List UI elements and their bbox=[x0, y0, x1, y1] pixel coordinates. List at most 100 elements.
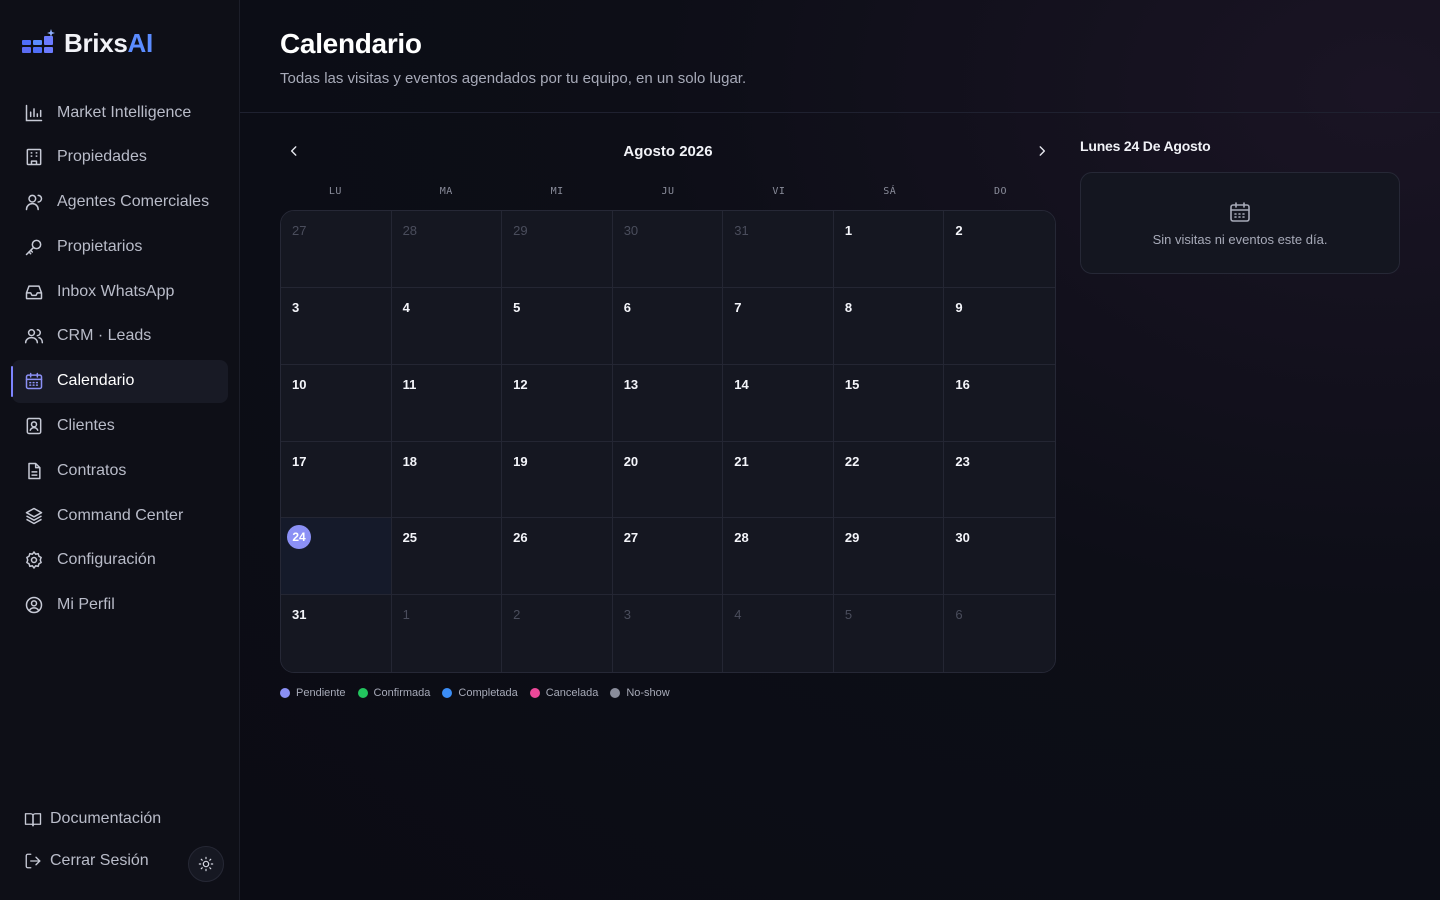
calendar-day[interactable]: 16 bbox=[944, 364, 1055, 442]
inbox-icon bbox=[25, 285, 43, 300]
header-divider bbox=[240, 112, 1440, 113]
calendar-day[interactable]: 7 bbox=[723, 287, 834, 365]
page-header: Calendario Todas las visitas y eventos a… bbox=[280, 28, 746, 87]
sidebar-item-label: Inbox WhatsApp bbox=[57, 282, 175, 300]
calendar-day[interactable]: 31 bbox=[281, 595, 392, 672]
sidebar-item-market-intelligence[interactable]: Market Intelligence bbox=[12, 91, 228, 134]
calendar-day[interactable]: 4 bbox=[723, 595, 834, 672]
sidebar-item-label: Command Center bbox=[57, 506, 184, 524]
calendar-day[interactable]: 27 bbox=[281, 211, 392, 288]
sidebar-item-label: Market Intelligence bbox=[57, 103, 192, 121]
sidebar-item-propietarios[interactable]: Propietarios bbox=[12, 225, 228, 268]
day-number: 31 bbox=[292, 607, 307, 623]
sidebar-item-propiedades[interactable]: Propiedades bbox=[12, 136, 228, 179]
calendar-day[interactable]: 1 bbox=[833, 211, 945, 288]
calendar-grid: 27 28 29 30 31 1 2 3 4 5 6 7 8 9 10 11 12 13 14 15 16 17 18 19 2… bbox=[280, 210, 1056, 673]
calendar-day[interactable]: 1 bbox=[391, 595, 503, 672]
day-number: 11 bbox=[402, 376, 417, 392]
day-number: 31 bbox=[734, 223, 749, 238]
day-number: 5 bbox=[513, 299, 521, 315]
calendar-day[interactable]: 2 bbox=[502, 595, 613, 672]
calendar-day[interactable]: 4 bbox=[391, 287, 503, 365]
status-dot-icon bbox=[529, 688, 540, 698]
day-number: 2 bbox=[955, 223, 963, 238]
calendar-day[interactable]: 9 bbox=[944, 287, 1055, 365]
weekday-label: VI bbox=[772, 186, 786, 197]
calendar-day[interactable]: 6 bbox=[612, 287, 724, 365]
day-number: 29 bbox=[844, 530, 860, 546]
sidebar-item-mi-perfil[interactable]: Mi Perfil bbox=[12, 584, 228, 627]
calendar-day[interactable]: 30 bbox=[612, 211, 724, 288]
sidebar-item-crm-leads[interactable]: CRM · Leads bbox=[12, 315, 228, 358]
calendar-day[interactable]: 28 bbox=[391, 211, 503, 288]
sidebar-item-label: Calendario bbox=[57, 372, 135, 390]
brand-name: BrixsAI bbox=[64, 27, 153, 58]
main-content: Calendario Todas las visitas y eventos a… bbox=[240, 0, 1440, 900]
book-icon bbox=[24, 813, 42, 827]
day-number: 30 bbox=[623, 223, 639, 238]
calendar-day[interactable]: 29 bbox=[833, 518, 945, 596]
sun-icon bbox=[198, 856, 214, 872]
status-dot-icon bbox=[442, 688, 453, 698]
calendar-day[interactable]: 3 bbox=[612, 595, 724, 672]
key-icon bbox=[25, 239, 42, 256]
calendar-day[interactable]: 21 bbox=[723, 441, 834, 519]
day-number: 28 bbox=[402, 223, 418, 238]
calendar-day[interactable]: 25 bbox=[391, 518, 503, 596]
calendar-day[interactable]: 30 bbox=[944, 518, 1055, 596]
selected-day-title: Lunes 24 De Agosto bbox=[1080, 138, 1211, 154]
calendar-day[interactable]: 18 bbox=[391, 441, 503, 519]
day-number: 24 bbox=[287, 525, 311, 550]
calendar-day[interactable]: 3 bbox=[281, 287, 392, 365]
calendar-day-today[interactable]: 24 bbox=[281, 518, 392, 596]
day-number: 13 bbox=[623, 376, 639, 392]
logout-label: Cerrar Sesión bbox=[50, 852, 149, 869]
bar-chart-icon bbox=[25, 104, 43, 121]
sidebar-item-clientes[interactable]: Clientes bbox=[12, 405, 228, 448]
calendar-day[interactable]: 11 bbox=[391, 364, 503, 442]
next-month-button[interactable] bbox=[1029, 138, 1055, 164]
calendar-day[interactable]: 5 bbox=[833, 595, 945, 672]
weekday-header: LU MA MI JU VI SÁ DO bbox=[280, 186, 1056, 197]
user-icon bbox=[25, 194, 43, 211]
users-icon bbox=[24, 329, 44, 344]
calendar-day[interactable]: 26 bbox=[502, 518, 613, 596]
calendar-day[interactable]: 2 bbox=[944, 211, 1055, 288]
calendar-day[interactable]: 10 bbox=[281, 364, 392, 442]
calendar-day[interactable]: 12 bbox=[502, 364, 613, 442]
sidebar-item-calendario[interactable]: Calendario bbox=[11, 359, 228, 403]
sidebar-item-agentes-comerciales[interactable]: Agentes Comerciales bbox=[12, 181, 228, 224]
calendar-day[interactable]: 5 bbox=[502, 287, 613, 365]
calendar-day[interactable]: 20 bbox=[612, 441, 724, 519]
calendar-day[interactable]: 23 bbox=[944, 441, 1055, 519]
day-number: 1 bbox=[402, 607, 410, 623]
sidebar-item-label: Configuración bbox=[57, 551, 156, 569]
calendar-day[interactable]: 8 bbox=[833, 287, 945, 365]
day-number: 6 bbox=[955, 607, 963, 623]
calendar-day[interactable]: 15 bbox=[833, 364, 945, 442]
calendar-day[interactable]: 27 bbox=[612, 518, 724, 596]
calendar-day[interactable]: 28 bbox=[723, 518, 834, 596]
profile-icon bbox=[25, 597, 43, 614]
calendar-day[interactable]: 17 bbox=[281, 441, 392, 519]
brand-logo[interactable]: BrixsAI bbox=[22, 26, 153, 60]
theme-toggle-button[interactable] bbox=[188, 846, 224, 882]
calendar-day[interactable]: 22 bbox=[833, 441, 945, 519]
sidebar-item-command-center[interactable]: Command Center bbox=[12, 494, 228, 537]
day-number: 19 bbox=[513, 453, 528, 469]
sidebar-item-label: Agentes Comerciales bbox=[57, 193, 210, 211]
sidebar-item-configuracion[interactable]: Configuración bbox=[12, 539, 228, 582]
sidebar-item-inbox-whatsapp[interactable]: Inbox WhatsApp bbox=[12, 270, 228, 313]
calendar-day[interactable]: 31 bbox=[723, 211, 834, 288]
sidebar-item-contratos[interactable]: Contratos bbox=[12, 449, 228, 492]
calendar-day[interactable]: 14 bbox=[723, 364, 834, 442]
day-number: 16 bbox=[955, 376, 970, 392]
calendar-day[interactable]: 13 bbox=[612, 364, 724, 442]
calendar-day[interactable]: 19 bbox=[502, 441, 613, 519]
legend-label: Completada bbox=[458, 687, 518, 699]
calendar-day[interactable]: 6 bbox=[944, 595, 1055, 672]
day-number: 20 bbox=[623, 453, 639, 469]
calendar-day[interactable]: 29 bbox=[502, 211, 613, 288]
weekday-label: MA bbox=[439, 186, 453, 197]
documentation-link[interactable]: Documentación bbox=[24, 798, 224, 840]
